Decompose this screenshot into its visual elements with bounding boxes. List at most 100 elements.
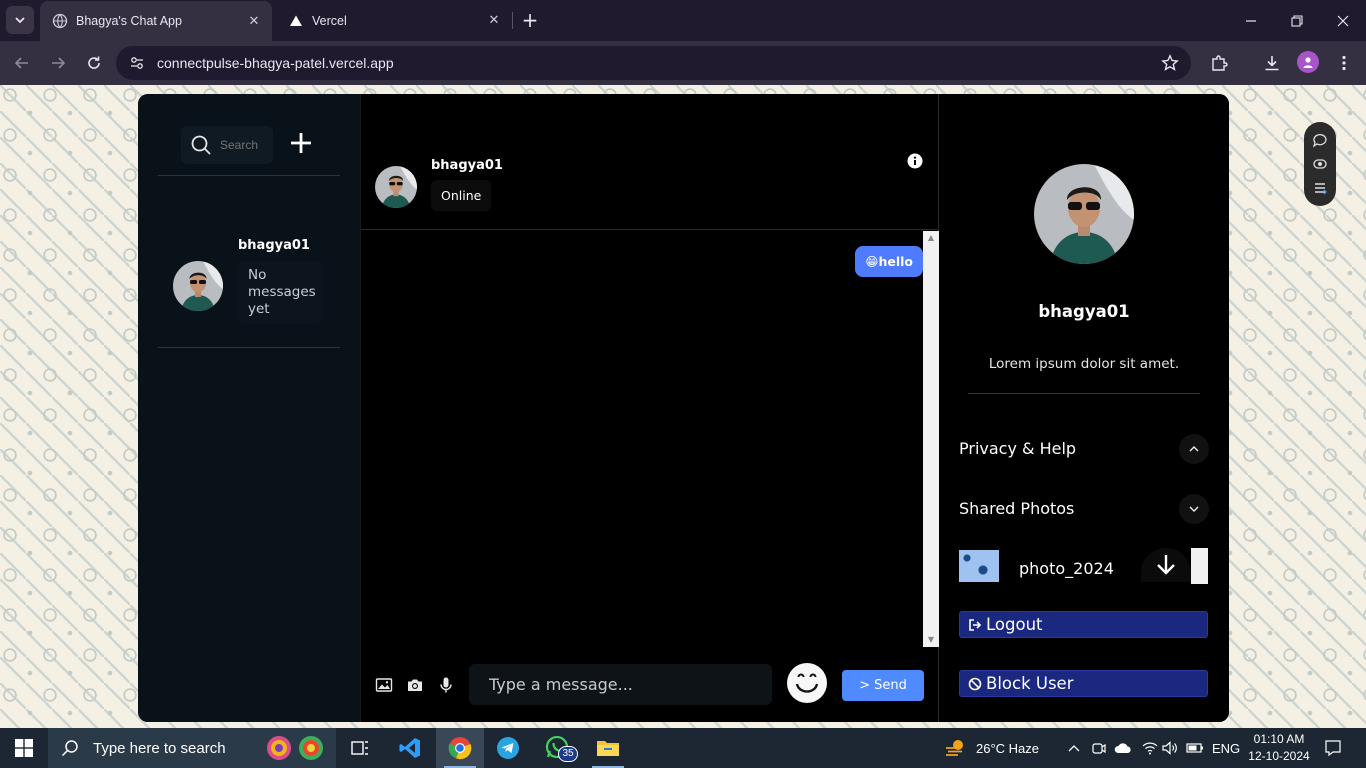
profile-panel: bhagya01 Lorem ipsum dolor sit amet. Pri… [939,94,1229,722]
download-arrow-icon[interactable] [1141,548,1191,582]
block-user-label: Block User [986,674,1074,693]
tab-search-button[interactable] [6,6,34,34]
chat-bubble-icon[interactable] [1312,132,1328,148]
clock-date: 12-10-2024 [1248,749,1310,763]
profile-avatar[interactable] [1297,51,1319,73]
notification-center-icon[interactable] [1324,728,1342,768]
emoji-smiley-icon[interactable] [787,663,827,703]
back-button[interactable] [9,50,35,76]
tab-divider [512,12,513,29]
battery-icon[interactable] [1186,728,1204,768]
vscode-icon [399,738,420,758]
info-icon[interactable] [907,153,923,169]
chat-list-panel: bhagya01 No messages yet [138,94,360,722]
send-button[interactable]: > Send [842,670,924,701]
contact-name: bhagya01 [431,158,503,173]
message-bubble-sent: 😁hello [855,246,923,277]
start-button[interactable] [0,728,48,768]
chevron-down-icon[interactable] [1179,494,1209,524]
onedrive-cloud-icon[interactable] [1114,728,1132,768]
photo-thumbnail[interactable] [959,550,999,582]
language-indicator[interactable]: ENG [1212,728,1240,768]
restore-button[interactable] [1274,0,1320,41]
chrome-icon [448,737,472,760]
message-list: 😁hello [361,231,923,646]
whatsapp-taskbar-button[interactable]: 35 [534,728,582,768]
search-input[interactable] [220,138,260,152]
chrome-taskbar-button[interactable] [436,728,484,768]
add-chat-plus-icon[interactable] [289,131,313,155]
contact-status: Online [431,180,492,211]
camera-icon[interactable] [406,676,424,694]
contact-avatar[interactable] [375,166,417,208]
photos-scrollbar[interactable] [1191,548,1208,584]
list-icon[interactable] [1312,180,1328,196]
scroll-down-arrow-icon[interactable]: ▼ [923,633,939,647]
minimize-button[interactable] [1228,0,1274,41]
tray-overflow-chevron[interactable] [1068,728,1080,768]
section-shared-photos[interactable]: Shared Photos [959,494,1209,524]
ban-icon [968,677,982,690]
shared-photo-item[interactable]: photo_2024 [959,548,1209,584]
reload-icon [88,56,100,69]
logout-button[interactable]: Logout [959,611,1208,638]
file-explorer-taskbar-button[interactable] [584,728,632,768]
close-tab-icon[interactable]: ✕ [486,12,502,28]
forward-button[interactable] [45,50,71,76]
logout-icon [969,618,982,631]
task-view-icon [351,741,368,755]
restore-icon [1291,14,1303,27]
extensions-puzzle-icon[interactable] [1207,51,1231,75]
download-icon[interactable] [1260,51,1284,75]
search-icon [61,740,78,757]
site-settings-icon[interactable] [128,54,146,72]
close-window-button[interactable] [1320,0,1366,41]
weather-text: 26°C Haze [976,740,1040,756]
arrow-left-icon [14,57,28,69]
divider [968,393,1200,394]
chat-app-container: bhagya01 No messages yet [138,94,1229,722]
microphone-icon[interactable] [437,676,455,694]
bookmark-star-icon[interactable] [1161,54,1179,72]
chat-name: bhagya01 [238,238,310,253]
telegram-taskbar-button[interactable] [484,728,532,768]
chevron-up-icon[interactable] [1179,434,1209,464]
message-text: hello [878,254,913,269]
message-input[interactable] [469,664,772,705]
weather-widget[interactable]: 26°C Haze [944,728,1039,768]
message-emoji: 😁 [865,254,879,269]
reload-button[interactable] [81,50,107,76]
wifi-icon[interactable] [1142,728,1158,768]
vscode-taskbar-button[interactable] [386,728,434,768]
meet-now-icon[interactable] [1092,728,1106,768]
scroll-up-arrow-icon[interactable]: ▲ [923,231,939,245]
chat-list-item[interactable]: bhagya01 No messages yet [158,234,340,334]
windows-taskbar: Type here to search 35 26°C Haze ENG 01:… [0,728,1366,768]
vercel-triangle-icon [288,13,304,29]
lens-icon[interactable] [1312,156,1328,172]
image-icon[interactable] [375,676,393,694]
page-background: bhagya01 No messages yet [0,85,1366,728]
chevron-down-icon [15,17,25,24]
unread-badge: 35 [558,746,578,762]
message-scrollbar[interactable]: ▲ ▼ [923,231,939,647]
close-tab-icon[interactable]: ✕ [246,13,262,29]
taskbar-search-box[interactable]: Type here to search [48,728,336,768]
volume-icon[interactable] [1162,728,1178,768]
haze-sun-icon [946,740,963,756]
tab-vercel[interactable]: Vercel ✕ [276,0,512,41]
taskbar-clock[interactable]: 01:10 AM 12-10-2024 [1248,731,1310,765]
block-user-button[interactable]: Block User [959,670,1208,697]
kebab-menu-icon[interactable] [1332,51,1356,75]
task-view-button[interactable] [336,728,384,768]
address-bar[interactable]: connectpulse-bhagya-patel.vercel.app [116,46,1191,80]
section-title: Shared Photos [959,499,1075,518]
section-privacy-help[interactable]: Privacy & Help [959,434,1209,464]
new-tab-button[interactable]: + [518,8,542,32]
folder-icon [597,741,619,756]
browser-tab-bar: Bhagya's Chat App ✕ Vercel ✕ + [0,0,1366,41]
search-box[interactable] [181,126,273,164]
tab-chat-app[interactable]: Bhagya's Chat App ✕ [40,1,272,41]
user-icon [1303,57,1313,68]
telegram-icon [497,737,519,759]
